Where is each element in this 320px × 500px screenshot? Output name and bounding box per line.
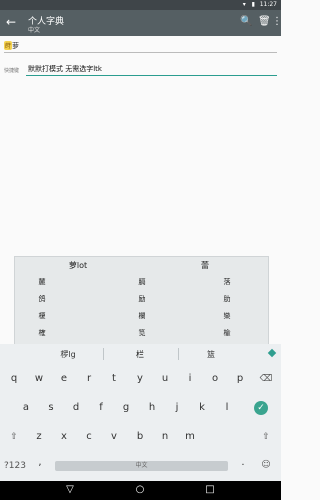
recents-icon[interactable]: □	[205, 484, 214, 495]
key-v[interactable]: v	[111, 431, 117, 442]
candidate[interactable]: 肋	[224, 294, 231, 304]
suggestion[interactable]: 栏	[136, 349, 144, 360]
key-j[interactable]: j	[176, 402, 179, 413]
key-o[interactable]: o	[212, 373, 218, 384]
app-bar: ← 个人字典 中文 🔍 🗑 ⋮	[0, 10, 282, 36]
word-entry[interactable]: 莳萝	[4, 41, 19, 51]
candidate[interactable]: 欄	[139, 311, 146, 321]
candidate[interactable]: 楡	[224, 328, 231, 338]
key-y[interactable]: y	[137, 373, 143, 384]
candidate-header[interactable]: 萝lot	[69, 260, 87, 271]
divider	[4, 52, 277, 53]
candidate-panel: 萝lot 蕾 麓 膈 落 鸽 励 肋 榎 欄 欒 榷 笕 楡	[14, 256, 269, 346]
candidate[interactable]: 榷	[39, 328, 46, 338]
shortcut-label: 快捷键	[4, 68, 20, 74]
candidate-header[interactable]: 蕾	[201, 260, 209, 271]
nav-bar: ▽ ○ □	[0, 481, 281, 500]
key-k[interactable]: k	[199, 402, 205, 413]
key-d[interactable]: d	[73, 402, 79, 413]
word-highlight: 莳	[4, 41, 13, 50]
key-z[interactable]: z	[36, 431, 41, 442]
shortcut-input[interactable]: 默默打模式 无需选字ltk	[28, 64, 102, 74]
home-icon[interactable]: ○	[136, 484, 145, 495]
shift-left-icon[interactable]: ⇧	[10, 432, 18, 442]
status-time: 11:27	[259, 1, 277, 8]
key-m[interactable]: m	[185, 431, 195, 442]
suggestion-divider	[178, 348, 179, 360]
space-bar[interactable]: 中文	[55, 461, 228, 471]
key-n[interactable]: n	[162, 431, 168, 442]
search-icon[interactable]: 🔍	[240, 16, 252, 27]
symbols-key[interactable]: ?123	[4, 461, 26, 471]
key-g[interactable]: g	[123, 402, 129, 413]
suggestion[interactable]: 篮	[207, 349, 215, 360]
enter-check-icon[interactable]: ✓	[254, 401, 268, 415]
candidate[interactable]: 麓	[39, 277, 46, 287]
candidate[interactable]: 榎	[39, 311, 46, 321]
candidate[interactable]: 励	[139, 294, 146, 304]
more-icon[interactable]: ⋮	[272, 16, 282, 27]
key-r[interactable]: r	[87, 373, 91, 384]
status-icons: ▾ ▮	[242, 1, 257, 8]
candidate[interactable]: 笕	[139, 328, 146, 338]
key-f[interactable]: f	[99, 402, 103, 413]
key-w[interactable]: w	[35, 373, 43, 384]
status-bar: ▾ ▮ 11:27	[0, 0, 281, 10]
candidate[interactable]: 膈	[139, 277, 146, 287]
back-arrow-icon[interactable]: ←	[6, 15, 16, 29]
candidate[interactable]: 鸽	[39, 294, 46, 304]
key-b[interactable]: b	[137, 431, 143, 442]
diamond-icon[interactable]	[267, 348, 277, 358]
key-i[interactable]: i	[189, 373, 192, 384]
input-underline	[26, 75, 277, 76]
key-a[interactable]: a	[23, 402, 29, 413]
key-c[interactable]: c	[86, 431, 92, 442]
key-q[interactable]: q	[11, 373, 17, 384]
backspace-icon[interactable]: ⌫	[260, 374, 273, 384]
delete-icon[interactable]: 🗑	[258, 16, 271, 27]
key-l[interactable]: l	[226, 402, 229, 413]
key-u[interactable]: u	[162, 373, 168, 384]
key-h[interactable]: h	[149, 402, 155, 413]
page-subtitle: 中文	[28, 27, 41, 34]
suggestion-divider	[103, 348, 104, 360]
emoji-icon[interactable]: ☺	[261, 460, 270, 470]
candidate[interactable]: 欒	[224, 311, 231, 321]
suggestion[interactable]: 椤lg	[60, 349, 75, 360]
key-e[interactable]: e	[61, 373, 67, 384]
keyboard: 椤lg 栏 篮 q w e r t y u i o p ⌫ a s d f g …	[0, 344, 281, 481]
candidate[interactable]: 落	[224, 277, 231, 287]
key-x[interactable]: x	[61, 431, 67, 442]
period-key[interactable]: .	[241, 457, 244, 468]
key-s[interactable]: s	[48, 402, 53, 413]
back-icon[interactable]: ▽	[66, 484, 74, 495]
key-p[interactable]: p	[237, 373, 243, 384]
key-t[interactable]: t	[112, 373, 116, 384]
comma-key[interactable]: ,	[38, 457, 41, 468]
word-suffix: 萝	[12, 42, 20, 50]
suggestion-strip: 椤lg 栏 篮	[0, 344, 281, 364]
shift-right-icon[interactable]: ⇧	[262, 432, 270, 442]
